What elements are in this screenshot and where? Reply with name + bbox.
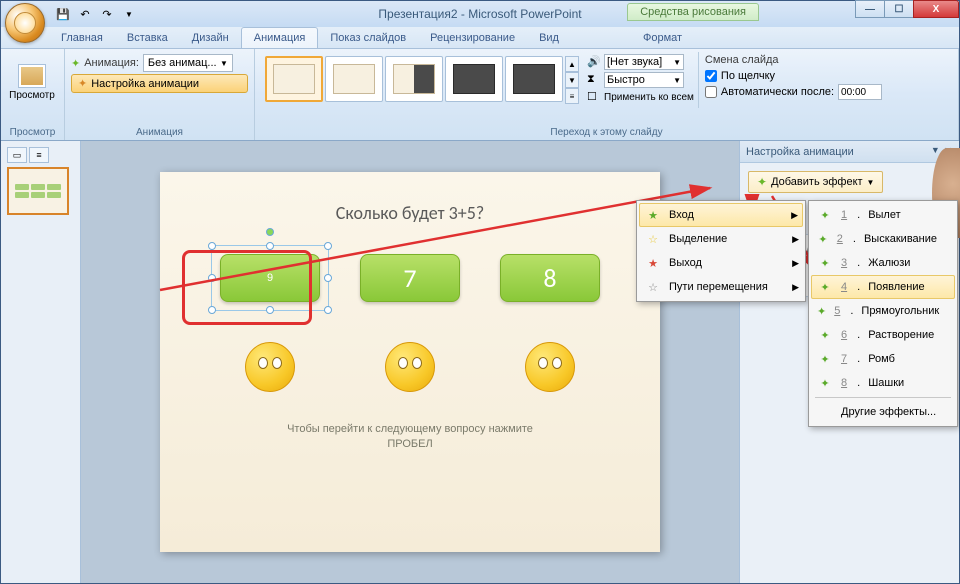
sound-icon: 🔊 bbox=[587, 55, 601, 69]
slide-question-text[interactable]: Сколько будет 3+5? bbox=[200, 202, 620, 224]
tab-animation[interactable]: Анимация bbox=[241, 27, 319, 48]
effect-checkerboard[interactable]: ✦8. Шашки bbox=[811, 371, 955, 395]
speed-combo[interactable]: Быстро▼ bbox=[604, 72, 684, 88]
tab-insert[interactable]: Вставка bbox=[115, 28, 180, 48]
transition-none[interactable] bbox=[265, 56, 323, 102]
transition-item[interactable] bbox=[445, 56, 503, 102]
transition-gallery[interactable]: ▲▼≡ bbox=[261, 52, 583, 108]
emoji-shape[interactable] bbox=[525, 342, 575, 392]
menu-exit[interactable]: ★Выход▶ bbox=[639, 251, 803, 275]
auto-after-checkbox[interactable]: Автоматически после:00:00 bbox=[705, 84, 882, 100]
task-pane-title: Настройка анимации bbox=[746, 146, 854, 158]
rotation-handle[interactable] bbox=[266, 228, 274, 236]
apply-to-all-button[interactable]: ☐Применить ко всем bbox=[587, 90, 694, 104]
undo-icon[interactable]: ↶ bbox=[75, 4, 95, 24]
redo-icon[interactable]: ↷ bbox=[97, 4, 117, 24]
maximize-button[interactable]: ☐ bbox=[884, 0, 914, 18]
effect-appear[interactable]: ✦4. Появление bbox=[811, 275, 955, 299]
effect-fly-in[interactable]: ✦1. Вылет bbox=[811, 203, 955, 227]
window-title: Презентация2 - Microsoft PowerPoint bbox=[378, 7, 581, 21]
gear-star-icon: ✦ bbox=[78, 77, 87, 90]
tab-design[interactable]: Дизайн bbox=[180, 28, 241, 48]
ribbon: Просмотр Просмотр ✦ Анимация: Без анимац… bbox=[1, 49, 959, 141]
effect-box[interactable]: ✦5. Прямоугольник bbox=[811, 299, 955, 323]
thumbnail-tab-slides[interactable]: ▭ bbox=[7, 147, 27, 163]
group-label-transition: Переход к этому слайду bbox=[261, 125, 952, 140]
save-icon[interactable]: 💾 bbox=[53, 4, 73, 24]
selection-handles[interactable] bbox=[211, 245, 329, 311]
answer-button-7[interactable]: 7 bbox=[360, 254, 460, 302]
sound-combo[interactable]: [Нет звука]▼ bbox=[604, 54, 684, 70]
gallery-more[interactable]: ▲▼≡ bbox=[565, 56, 579, 104]
apply-icon: ☐ bbox=[587, 90, 601, 104]
tab-view[interactable]: Вид bbox=[527, 28, 571, 48]
effect-diamond[interactable]: ✦7. Ромб bbox=[811, 347, 955, 371]
emoji-shape[interactable] bbox=[385, 342, 435, 392]
animation-label: Анимация: bbox=[84, 57, 139, 69]
office-button[interactable] bbox=[5, 3, 45, 43]
effect-peek-in[interactable]: ✦2. Выскакивание bbox=[811, 227, 955, 251]
thumbnail-tab-outline[interactable]: ≡ bbox=[29, 147, 49, 163]
drawing-tools-context-tab[interactable]: Средства рисования bbox=[627, 3, 759, 21]
titlebar: 💾 ↶ ↷ ▼ Презентация2 - Microsoft PowerPo… bbox=[1, 1, 959, 27]
speed-icon: ⧗ bbox=[587, 73, 601, 87]
minimize-button[interactable]: — bbox=[855, 0, 885, 18]
answer-button-9[interactable]: 9 bbox=[220, 254, 320, 302]
time-input[interactable]: 00:00 bbox=[838, 84, 882, 100]
star-icon: ✦ bbox=[71, 57, 80, 70]
add-effect-button[interactable]: ✦ Добавить эффект ▼ bbox=[748, 171, 883, 193]
group-label-preview: Просмотр bbox=[7, 125, 58, 140]
preview-button[interactable]: Просмотр bbox=[7, 52, 57, 112]
answer-button-8[interactable]: 8 bbox=[500, 254, 600, 302]
slide-thumbnails-panel: ▭ ≡ bbox=[1, 141, 81, 583]
menu-entrance[interactable]: ★Вход▶ bbox=[639, 203, 803, 227]
custom-animation-button[interactable]: ✦ Настройка анимации bbox=[71, 74, 248, 93]
slide-canvas: Сколько будет 3+5? 9 7 8 bbox=[160, 172, 660, 552]
on-click-checkbox[interactable]: По щелчку bbox=[705, 70, 882, 82]
effect-category-menu: ★Вход▶ ☆Выделение▶ ★Выход▶ ☆Пути перемещ… bbox=[636, 200, 806, 302]
preview-label: Просмотр bbox=[9, 90, 55, 101]
effect-dissolve[interactable]: ✦6. Растворение bbox=[811, 323, 955, 347]
animation-combo[interactable]: Без анимац...▼ bbox=[143, 54, 233, 72]
tab-format[interactable]: Формат bbox=[631, 28, 694, 48]
group-label-animation: Анимация bbox=[71, 125, 248, 140]
entrance-effects-menu: ✦1. Вылет ✦2. Выскакивание ✦3. Жалюзи ✦4… bbox=[808, 200, 958, 427]
quick-access-toolbar: 💾 ↶ ↷ ▼ bbox=[53, 4, 139, 24]
tab-review[interactable]: Рецензирование bbox=[418, 28, 527, 48]
qat-more-icon[interactable]: ▼ bbox=[119, 4, 139, 24]
emoji-shape[interactable] bbox=[245, 342, 295, 392]
advance-slide-title: Смена слайда bbox=[705, 54, 882, 66]
add-effect-star-icon: ✦ bbox=[757, 175, 767, 189]
more-effects[interactable]: Другие эффекты... bbox=[811, 400, 955, 424]
transition-item[interactable] bbox=[385, 56, 443, 102]
ribbon-tabs: Главная Вставка Дизайн Анимация Показ сл… bbox=[1, 27, 959, 49]
effect-blinds[interactable]: ✦3. Жалюзи bbox=[811, 251, 955, 275]
slide-hint-text[interactable]: Чтобы перейти к следующему вопросу нажми… bbox=[200, 422, 620, 453]
slide-thumbnail-1[interactable] bbox=[7, 167, 69, 215]
tab-home[interactable]: Главная bbox=[49, 28, 115, 48]
tab-slideshow[interactable]: Показ слайдов bbox=[318, 28, 418, 48]
menu-motion-paths[interactable]: ☆Пути перемещения▶ bbox=[639, 275, 803, 299]
transition-item[interactable] bbox=[505, 56, 563, 102]
preview-icon bbox=[18, 64, 46, 88]
menu-emphasis[interactable]: ☆Выделение▶ bbox=[639, 227, 803, 251]
transition-item[interactable] bbox=[325, 56, 383, 102]
close-button[interactable]: X bbox=[913, 0, 959, 18]
